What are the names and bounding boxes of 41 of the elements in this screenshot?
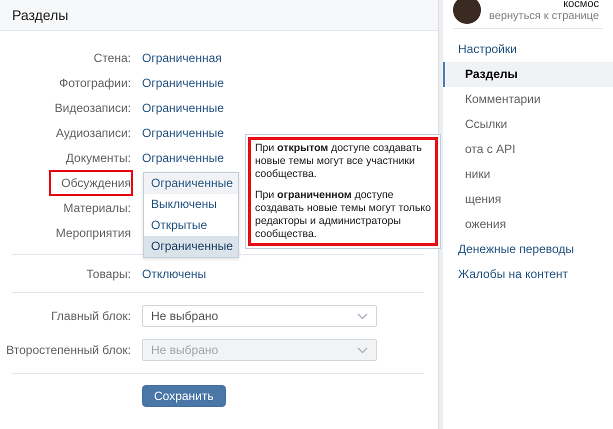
- sidebar-item[interactable]: ники: [443, 162, 613, 187]
- dropdown-option[interactable]: Открытые: [144, 215, 238, 236]
- select-field[interactable]: Не выбрано: [142, 305, 377, 327]
- sidebar-item[interactable]: щения: [443, 187, 613, 212]
- sidebar-item[interactable]: ожения: [443, 212, 613, 237]
- tooltip-text: При ограниченном доступе создавать новые темы могут только редакторы и администраторы сообщества.: [255, 189, 431, 241]
- chevron-down-icon: [357, 346, 368, 354]
- option-link[interactable]: Ограниченные: [142, 100, 224, 114]
- tooltip-text: При открытом доступе создавать новые темы могут все участники сообщества.: [255, 142, 423, 181]
- field-label: Товары:: [85, 266, 132, 282]
- save-button[interactable]: Сохранить: [142, 384, 226, 406]
- dropdown-option[interactable]: Выключены: [144, 194, 238, 215]
- avatar: [453, 0, 481, 24]
- sidebar-item[interactable]: Ссылки: [443, 112, 613, 137]
- field-label: Мероприятия: [54, 224, 132, 242]
- sidebar-item[interactable]: ота с API: [443, 137, 613, 162]
- field-label: Документы:: [64, 150, 132, 166]
- field-label: Второстепенный блок:: [5, 342, 132, 359]
- sidebar-item[interactable]: Комментарии: [443, 87, 613, 112]
- sidebar-item[interactable]: Денежные переводы: [443, 237, 613, 262]
- section-title: Разделы: [12, 7, 68, 23]
- back-link[interactable]: вернуться к странице: [489, 10, 599, 22]
- field-label: Видеозаписи:: [54, 100, 132, 116]
- profile-name: космос: [563, 0, 599, 10]
- field-label: Материалы:: [62, 200, 132, 216]
- dropdown-option[interactable]: Ограниченные: [144, 173, 238, 194]
- chevron-down-icon: [357, 312, 368, 320]
- option-link[interactable]: Ограниченные: [142, 76, 224, 90]
- option-link[interactable]: Ограниченные: [142, 126, 224, 140]
- field-label: Обсуждения: [49, 170, 133, 196]
- dropdown-option[interactable]: Ограниченные: [144, 236, 238, 257]
- sidebar-item[interactable]: Жалобы на контент: [443, 262, 613, 287]
- field-label: Аудиозаписи:: [54, 124, 132, 142]
- option-link[interactable]: Ограниченные: [142, 150, 224, 164]
- field-label: Главный блок:: [50, 308, 132, 325]
- option-link[interactable]: Отключены: [142, 266, 206, 280]
- sidebar-item[interactable]: Разделы: [443, 62, 613, 87]
- option-link[interactable]: Ограниченная: [142, 50, 222, 64]
- sidebar-item[interactable]: Настройки: [443, 37, 613, 62]
- field-label: Фотографии:: [58, 74, 132, 92]
- field-label: Стена:: [92, 50, 132, 66]
